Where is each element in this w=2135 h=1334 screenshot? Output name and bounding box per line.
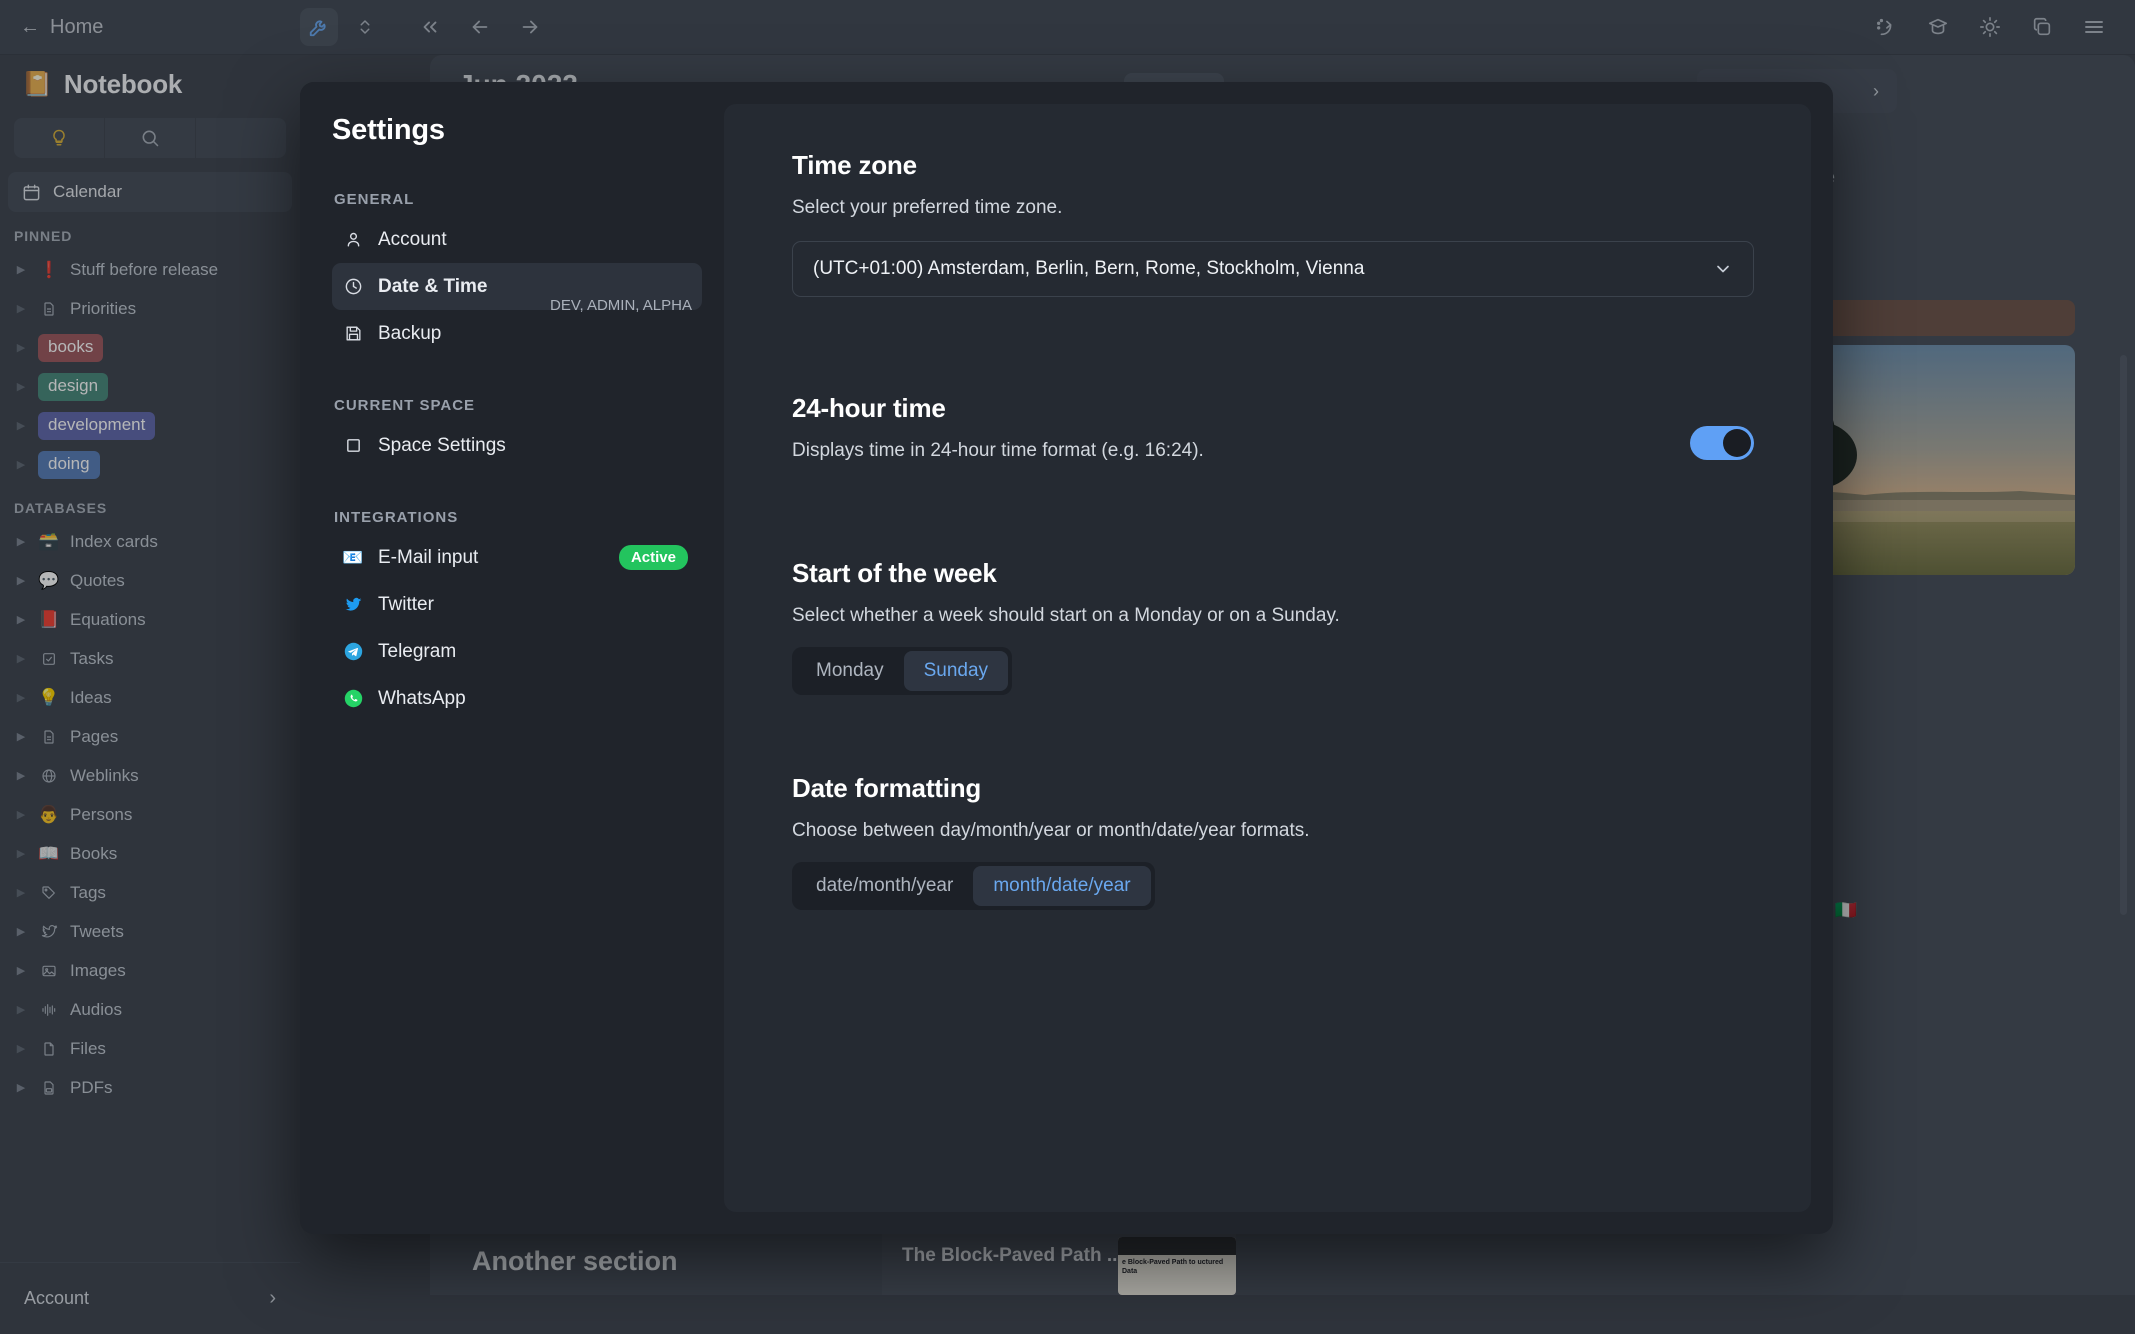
backup-roles-note: DEV, ADMIN, ALPHA bbox=[550, 297, 692, 314]
nav-section-current-space-header: CURRENT SPACE bbox=[334, 397, 702, 414]
nav-section-integrations-header: INTEGRATIONS bbox=[334, 509, 702, 526]
week-start-option-monday[interactable]: Monday bbox=[796, 651, 904, 691]
whatsapp-icon bbox=[342, 688, 364, 710]
nav-item-label: Telegram bbox=[378, 641, 456, 663]
floppy-disk-icon bbox=[342, 323, 364, 345]
date-format-description: Choose between day/month/year or month/d… bbox=[792, 820, 1755, 842]
status-badge: Active bbox=[619, 545, 688, 570]
hour24-description: Displays time in 24-hour time format (e.… bbox=[792, 440, 1204, 462]
dialog-title: Settings bbox=[332, 114, 702, 147]
nav-item-label: E-Mail input bbox=[378, 547, 478, 569]
settings-nav-panel: Settings GENERAL Account Date & Time DEV… bbox=[300, 82, 724, 1234]
week-start-segmented-control: Monday Sunday bbox=[792, 647, 1012, 695]
nav-item-label: WhatsApp bbox=[378, 688, 466, 710]
nav-item-label: Space Settings bbox=[378, 435, 506, 457]
email-emoji-icon: 📧 bbox=[342, 547, 364, 569]
settings-nav-item-email-input[interactable]: 📧 E-Mail input Active bbox=[332, 534, 702, 581]
settings-nav-item-whatsapp[interactable]: WhatsApp bbox=[332, 675, 702, 722]
app-root: ← Home bbox=[0, 0, 2135, 1334]
date-format-segmented-control: date/month/year month/date/year bbox=[792, 862, 1155, 910]
date-format-heading: Date formatting bbox=[792, 773, 1755, 804]
timezone-description: Select your preferred time zone. bbox=[792, 197, 1755, 219]
hour24-toggle[interactable] bbox=[1690, 426, 1754, 460]
hour24-section: 24-hour time Displays time in 24-hour ti… bbox=[792, 393, 1755, 462]
nav-item-label: Date & Time bbox=[378, 276, 487, 298]
settings-nav-item-twitter[interactable]: Twitter bbox=[332, 581, 702, 628]
hour24-row: Displays time in 24-hour time format (e.… bbox=[792, 424, 1754, 462]
twitter-icon bbox=[342, 594, 364, 616]
week-start-section: Start of the week Select whether a week … bbox=[792, 558, 1755, 695]
week-start-description: Select whether a week should start on a … bbox=[792, 605, 1755, 627]
nav-item-label: Twitter bbox=[378, 594, 434, 616]
timezone-heading: Time zone bbox=[792, 150, 1755, 181]
clock-icon bbox=[342, 276, 364, 298]
nav-item-label: Backup bbox=[378, 323, 441, 345]
timezone-select[interactable]: (UTC+01:00) Amsterdam, Berlin, Bern, Rom… bbox=[792, 241, 1754, 297]
timezone-section: Time zone Select your preferred time zon… bbox=[792, 150, 1755, 297]
settings-content-panel: Time zone Select your preferred time zon… bbox=[724, 104, 1811, 1212]
week-start-option-sunday[interactable]: Sunday bbox=[904, 651, 1008, 691]
settings-nav-item-space-settings[interactable]: Space Settings bbox=[332, 422, 702, 469]
nav-section-general-header: GENERAL bbox=[334, 191, 702, 208]
settings-nav-item-backup[interactable]: DEV, ADMIN, ALPHA Backup bbox=[332, 310, 702, 357]
square-icon bbox=[342, 435, 364, 457]
date-format-option-dmy[interactable]: date/month/year bbox=[796, 866, 973, 906]
settings-dialog: Settings GENERAL Account Date & Time DEV… bbox=[300, 82, 1833, 1234]
hour24-heading: 24-hour time bbox=[792, 393, 1755, 424]
toggle-knob bbox=[1723, 429, 1751, 457]
nav-item-label: Account bbox=[378, 229, 447, 251]
settings-nav-item-telegram[interactable]: Telegram bbox=[332, 628, 702, 675]
week-start-heading: Start of the week bbox=[792, 558, 1755, 589]
person-icon bbox=[342, 229, 364, 251]
date-format-option-mdy[interactable]: month/date/year bbox=[973, 866, 1150, 906]
chevron-down-icon[interactable] bbox=[1713, 259, 1733, 279]
settings-nav-item-account[interactable]: Account bbox=[332, 216, 702, 263]
telegram-icon bbox=[342, 641, 364, 663]
timezone-value: (UTC+01:00) Amsterdam, Berlin, Bern, Rom… bbox=[813, 258, 1364, 280]
date-format-section: Date formatting Choose between day/month… bbox=[792, 773, 1755, 910]
